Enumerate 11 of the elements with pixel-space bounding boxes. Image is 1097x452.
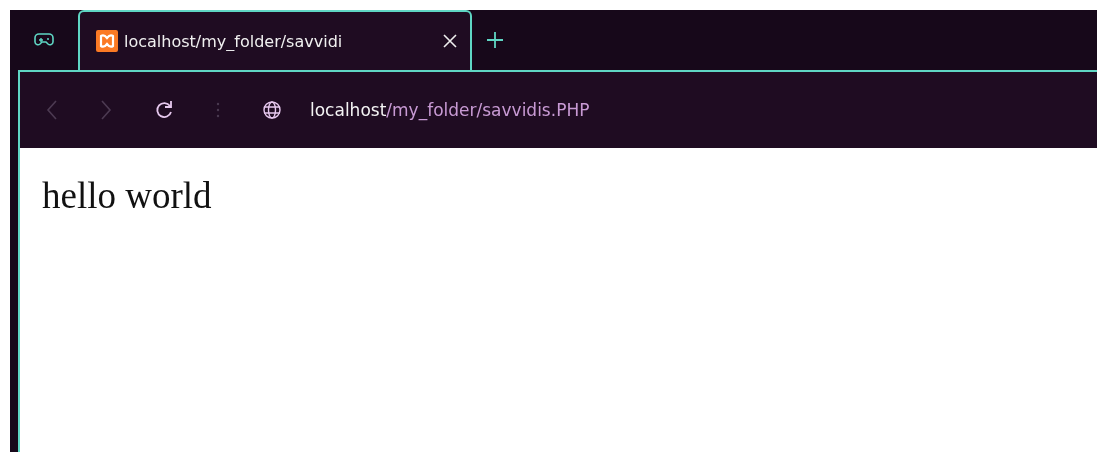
gamepad-icon [34, 33, 54, 47]
app-logo-icon [96, 30, 118, 52]
new-tab-icon[interactable] [486, 31, 504, 49]
page-text: hello world [42, 174, 213, 217]
close-icon[interactable] [442, 33, 458, 49]
address-bar[interactable]: localhost/my_folder/savvidis.PHP [310, 100, 590, 120]
globe-icon[interactable] [262, 100, 282, 120]
tab-title: localhost/my_folder/savvidi [124, 31, 344, 51]
reload-icon[interactable] [154, 100, 174, 120]
browser-tab[interactable]: localhost/my_folder/savvidi [78, 10, 472, 70]
separator-icon [216, 101, 220, 119]
